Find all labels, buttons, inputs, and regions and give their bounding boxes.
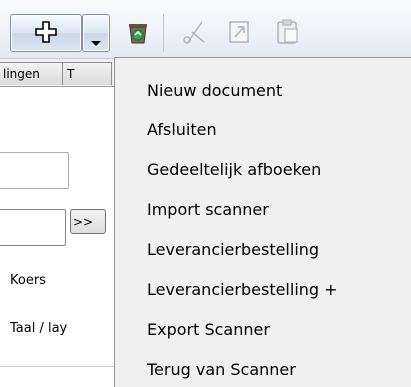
plus-icon (35, 21, 57, 43)
divider (0, 366, 120, 367)
menu-item-terug-van-scanner[interactable]: Terug van Scanner (147, 355, 409, 385)
recycle-bin-icon[interactable] (124, 18, 152, 46)
add-button[interactable] (10, 14, 82, 52)
menu-item-import-scanner[interactable]: Import scanner (147, 195, 409, 225)
dropdown-menu: Nieuw document Afsluiten Gedeeltelijk af… (114, 57, 411, 387)
tab-t[interactable]: T (62, 62, 112, 85)
menu-item-leverancierbestelling-plus[interactable]: Leverancierbestelling + (147, 275, 409, 305)
menu-item-gedeeltelijk-afboeken[interactable]: Gedeeltelijk afboeken (147, 155, 409, 185)
menu-item-leverancierbestelling[interactable]: Leverancierbestelling (147, 235, 409, 265)
tab-strip: lingen T (0, 59, 120, 87)
menu-item-export-scanner[interactable]: Export Scanner (147, 315, 409, 345)
koers-label: Koers (10, 273, 46, 288)
menu-item-afsluiten[interactable]: Afsluiten (147, 115, 409, 145)
add-dropdown-button[interactable] (82, 14, 110, 52)
copy-icon[interactable] (226, 18, 254, 46)
menu-item-nieuw-document[interactable]: Nieuw document (147, 76, 409, 106)
browse-button[interactable]: >> (70, 209, 106, 234)
toolbar (0, 0, 411, 59)
chevron-down-icon (91, 41, 101, 46)
tab-lingen[interactable]: lingen (0, 62, 68, 85)
text-field-1[interactable] (0, 152, 69, 189)
toolbar-separator (163, 14, 164, 52)
menu-gutter (115, 58, 143, 387)
taal-label: Taal / lay (10, 321, 68, 336)
scissors-icon[interactable] (180, 18, 208, 46)
paste-icon[interactable] (274, 18, 302, 46)
text-field-2[interactable] (0, 209, 66, 246)
